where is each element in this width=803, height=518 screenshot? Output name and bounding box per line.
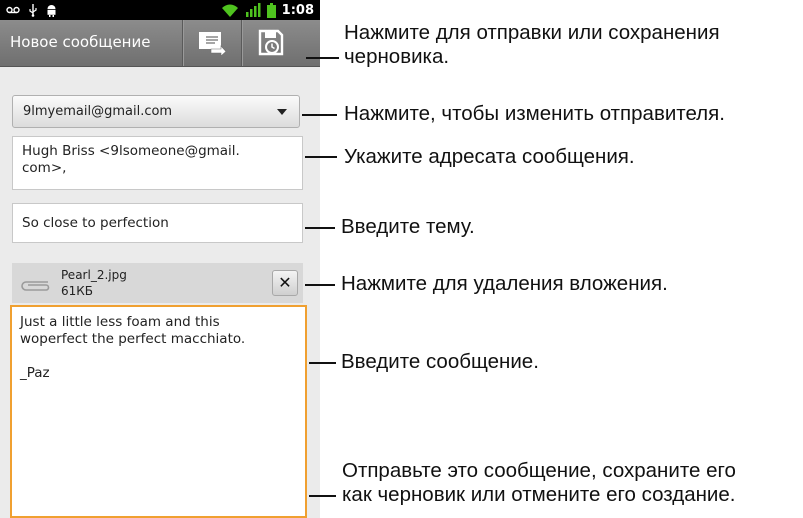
phone-screen: 1:08 Новое сообщение 9lmyemail@gmail.com — [0, 0, 320, 518]
android-debug-icon — [47, 4, 56, 17]
callout-remove-attachment: Нажмите для удаления вложения. — [341, 272, 668, 295]
callout-line-message — [309, 362, 336, 364]
page-title: Новое сообщение — [10, 33, 151, 51]
attachment-item: Pearl_2.jpg 61КБ ✕ — [12, 263, 303, 303]
callout-line-send-save — [306, 57, 339, 59]
signal-icon — [245, 3, 261, 17]
callout-line-actions — [309, 495, 336, 497]
callout-send-save: Нажмите для отправки или сохранения черн… — [344, 21, 720, 69]
callout-line-sender — [302, 114, 337, 116]
system-status-icons: 1:08 — [221, 1, 314, 19]
battery-icon — [266, 2, 276, 18]
from-account-select[interactable]: 9lmyemail@gmail.com — [12, 95, 300, 128]
to-field[interactable]: Hugh Briss <9lsomeone@gmail. com>, — [12, 136, 303, 190]
callout-actions-line-1: Отправьте это сообщение, сохраните его — [342, 459, 736, 482]
to-field-line-1: Hugh Briss <9lsomeone@gmail. — [22, 143, 240, 159]
send-icon — [199, 32, 227, 56]
callout-subject: Введите тему. — [341, 215, 475, 238]
subject-value: So close to perfection — [22, 215, 169, 231]
callout-change-sender: Нажмите, чтобы изменить отправителя. — [344, 102, 725, 125]
save-draft-icon — [258, 29, 284, 56]
send-button[interactable] — [182, 20, 241, 66]
callout-message: Введите сообщение. — [341, 350, 539, 373]
callout-actions-line-2: как черновик или отмените его создание. — [342, 483, 736, 506]
subject-field[interactable]: So close to perfection — [12, 203, 303, 243]
from-account-value: 9lmyemail@gmail.com — [23, 104, 173, 119]
callout-send-save-line-1: Нажмите для отправки или сохранения — [344, 21, 720, 44]
title-bar: Новое сообщение — [0, 20, 320, 67]
usb-icon — [29, 4, 37, 17]
voicemail-icon — [6, 6, 20, 14]
attachment-size: 61КБ — [61, 284, 94, 298]
attachment-name: Pearl_2.jpg — [61, 268, 127, 282]
callout-line-attachment — [305, 284, 335, 286]
save-draft-button[interactable] — [241, 20, 300, 66]
paperclip-icon — [21, 281, 50, 291]
to-field-line-2: com>, — [22, 160, 67, 176]
clock: 1:08 — [281, 2, 314, 18]
remove-attachment-button[interactable]: ✕ — [272, 270, 298, 296]
close-icon: ✕ — [278, 273, 292, 292]
callout-line-subject — [305, 227, 335, 229]
callout-line-recipient — [305, 156, 337, 158]
message-body-field[interactable]: Just a little less foam and this woperfe… — [10, 305, 307, 518]
callout-actions: Отправьте это сообщение, сохраните его к… — [342, 459, 736, 507]
callout-send-save-line-2: черновика. — [344, 45, 450, 68]
wifi-icon — [221, 4, 238, 17]
notification-icons — [6, 3, 57, 17]
status-bar: 1:08 — [0, 0, 320, 20]
callout-recipient: Укажите адресата сообщения. — [344, 145, 635, 168]
dropdown-arrow-icon — [277, 109, 287, 115]
